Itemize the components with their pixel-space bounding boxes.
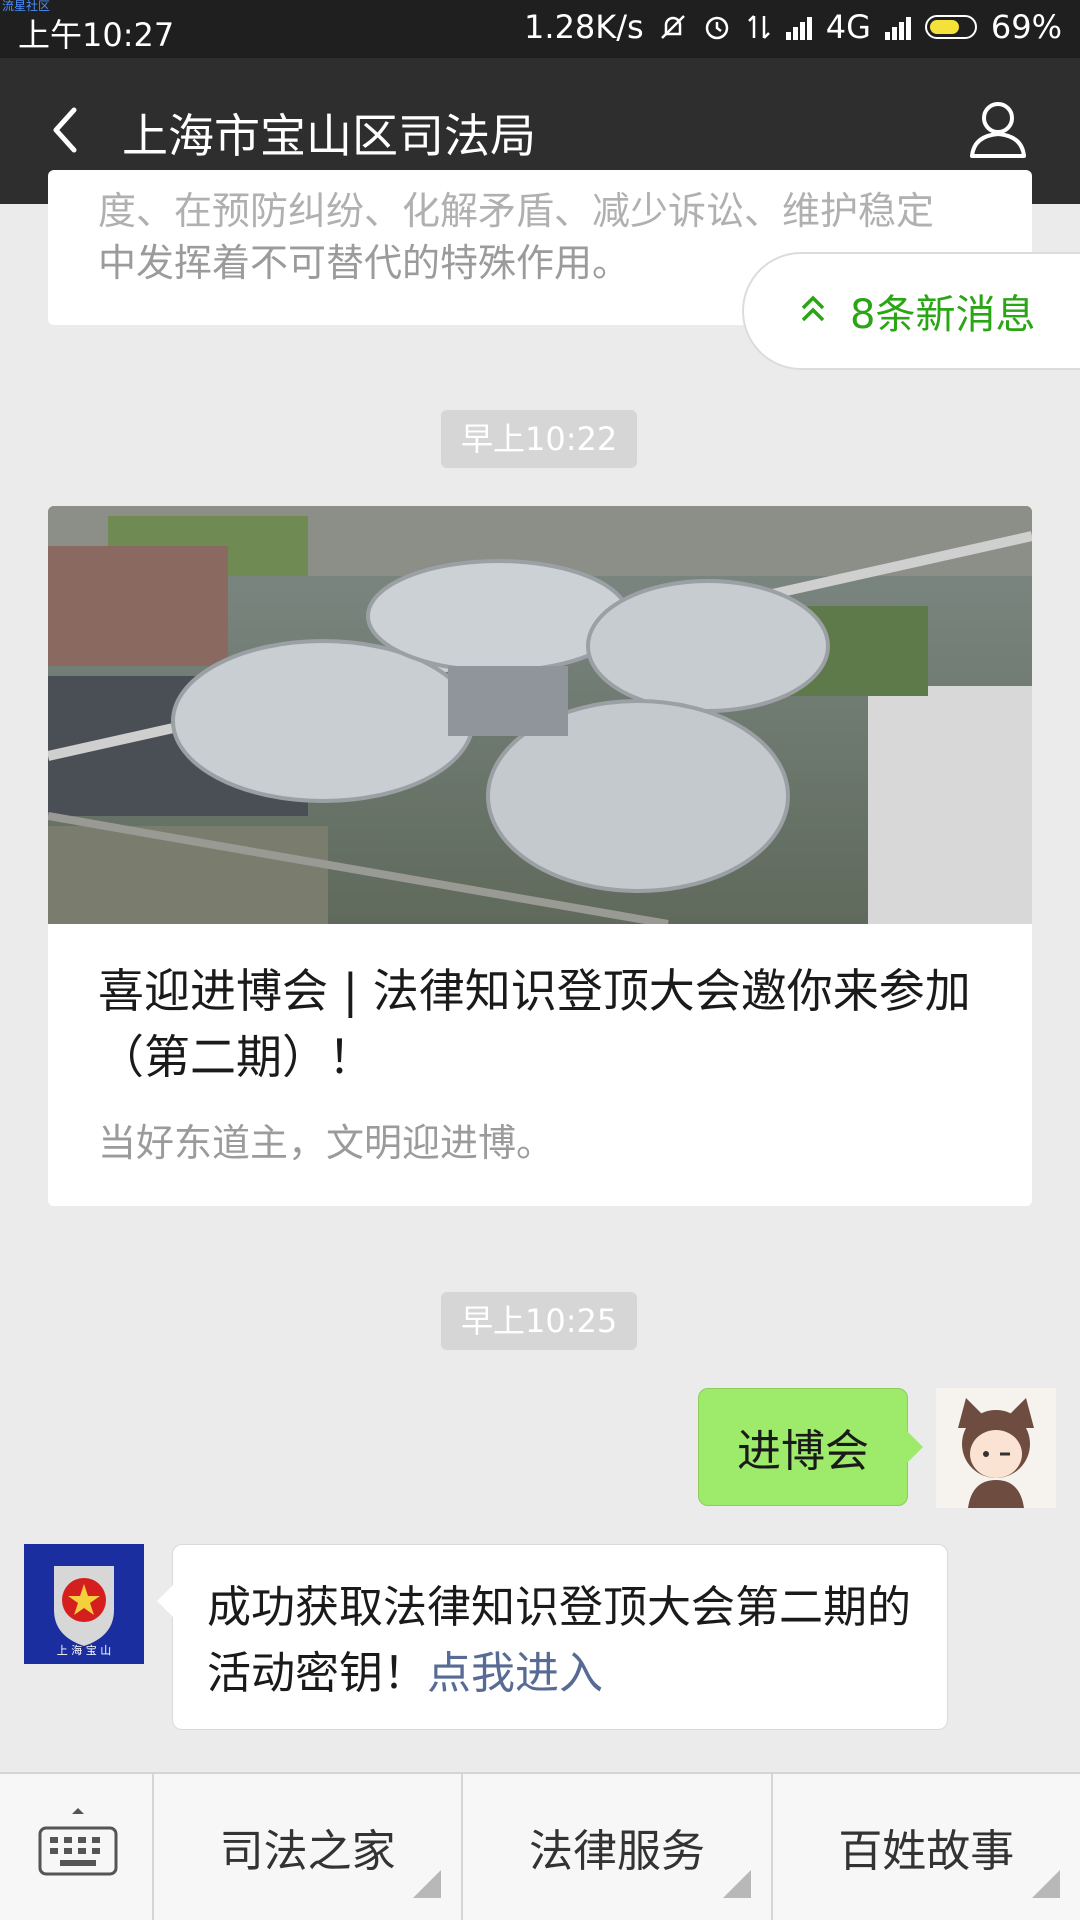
network-type: 4G bbox=[825, 8, 871, 46]
enter-link[interactable]: 点我进入 bbox=[427, 1648, 603, 1699]
battery-percent: 69% bbox=[990, 8, 1062, 46]
battery-icon bbox=[924, 15, 977, 39]
double-chevron-up-icon bbox=[800, 294, 826, 329]
status-bar: 流星社区 上午10:27 1.28K/s 4G 69% bbox=[0, 0, 1080, 58]
timestamp: 早上10:22 bbox=[441, 410, 638, 468]
previous-article-text: 度、在预防纠纷、化解矛盾、减少诉讼、维护稳定 bbox=[98, 189, 935, 233]
submenu-indicator-icon bbox=[1031, 1870, 1060, 1898]
bottom-menu: 司法之家 法律服务 百姓故事 bbox=[0, 1772, 1080, 1920]
timestamp: 早上10:25 bbox=[441, 1292, 638, 1350]
signal-icon-2 bbox=[884, 14, 911, 40]
menu-label: 法律服务 bbox=[528, 1826, 705, 1877]
avatar-caption: 上 海 宝 山 bbox=[56, 1644, 112, 1657]
account-avatar[interactable]: 上 海 宝 山 bbox=[24, 1544, 144, 1664]
mute-bell-icon bbox=[660, 15, 685, 39]
status-icons: 1.28K/s 4G 69% bbox=[524, 8, 1062, 46]
signal-icon bbox=[785, 14, 812, 40]
keyboard-icon bbox=[38, 1808, 118, 1876]
incoming-message[interactable]: 成功获取法律知识登顶大会第二期的活动密钥！点我进入 bbox=[157, 1544, 948, 1730]
keyboard-toggle-button[interactable] bbox=[0, 1774, 154, 1920]
submenu-indicator-icon bbox=[722, 1870, 751, 1898]
status-time: 上午10:27 bbox=[18, 16, 175, 54]
network-speed: 1.28K/s bbox=[524, 8, 644, 46]
page-title: 上海市宝山区司法局 bbox=[122, 109, 536, 163]
data-transfer-icon bbox=[747, 15, 770, 39]
user-icon[interactable] bbox=[968, 98, 1028, 160]
menu-label: 百姓故事 bbox=[838, 1826, 1015, 1877]
expo-center-photo bbox=[48, 506, 1032, 924]
menu-falv-fuwu[interactable]: 法律服务 bbox=[463, 1774, 773, 1920]
menu-baixing-gushi[interactable]: 百姓故事 bbox=[773, 1774, 1080, 1920]
submenu-indicator-icon bbox=[413, 1870, 442, 1898]
article-digest: 当好东道主，文明迎进博。 bbox=[98, 1121, 555, 1165]
my-avatar[interactable] bbox=[936, 1388, 1056, 1508]
menu-sifa-zhijia[interactable]: 司法之家 bbox=[154, 1774, 464, 1920]
article-headline: 喜迎进博会 | 法律知识登顶大会邀你来参加（第二期）！ bbox=[98, 964, 971, 1084]
previous-article-text-2: 中发挥着不可替代的特殊作用。 bbox=[98, 241, 631, 285]
outgoing-message[interactable]: 进博会 bbox=[698, 1388, 923, 1506]
chevron-left-icon[interactable] bbox=[40, 102, 96, 158]
article-card[interactable]: 喜迎进博会 | 法律知识登顶大会邀你来参加（第二期）！ 当好东道主，文明迎进博。 bbox=[48, 506, 1032, 1206]
outgoing-message-text: 进博会 bbox=[737, 1426, 869, 1477]
new-messages-label: 8条新消息 bbox=[850, 292, 1036, 338]
menu-label: 司法之家 bbox=[219, 1826, 396, 1877]
alarm-icon bbox=[705, 16, 728, 40]
new-messages-button[interactable]: 8条新消息 bbox=[742, 252, 1080, 370]
